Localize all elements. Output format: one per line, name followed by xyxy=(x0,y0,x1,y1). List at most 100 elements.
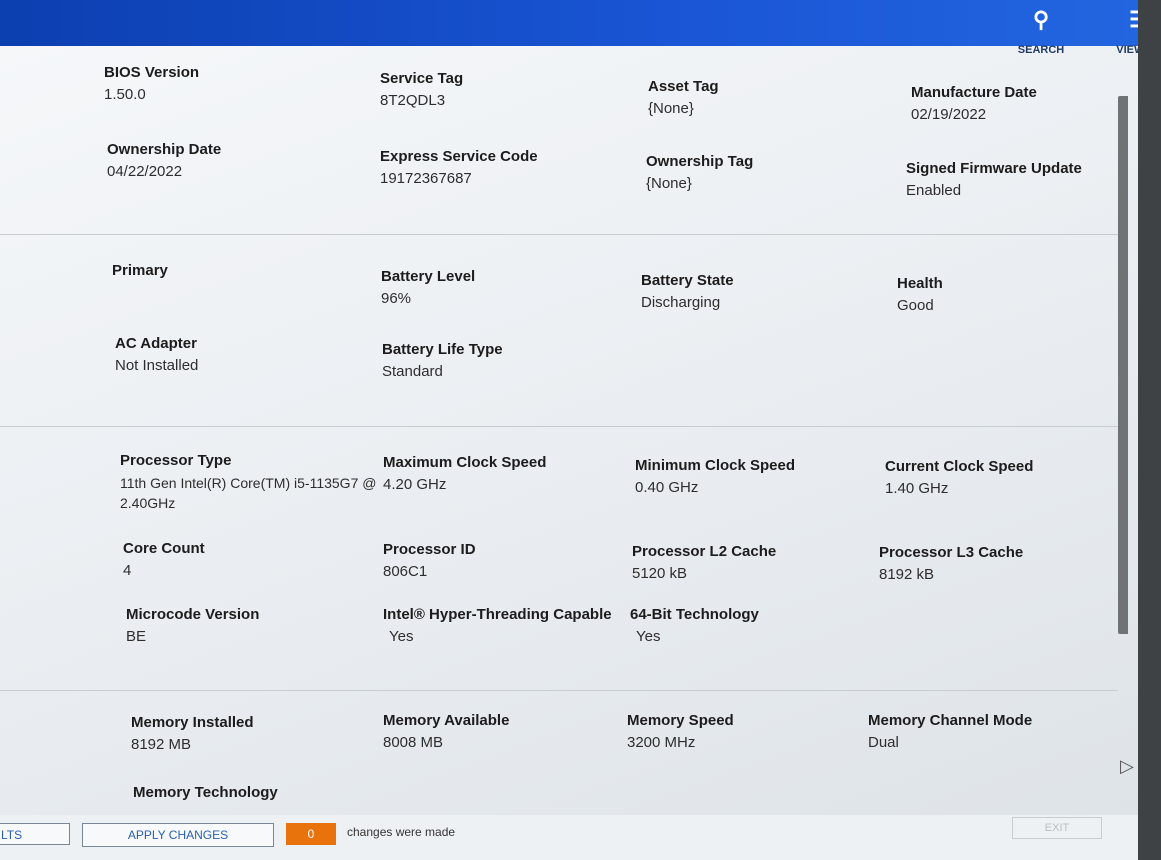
field-signed-firmware-update: Signed Firmware Update Enabled xyxy=(906,160,1128,201)
field-ac-adapter: AC Adapter Not Installed xyxy=(115,335,365,376)
field-label: Processor L3 Cache xyxy=(879,544,1024,561)
field-value: 02/19/2022 xyxy=(911,106,987,123)
field-label: Current Clock Speed xyxy=(885,458,1034,475)
apply-changes-button[interactable]: APPLY CHANGES xyxy=(82,823,274,847)
field-label: Minimum Clock Speed xyxy=(635,457,796,474)
search-icon: ⚲ xyxy=(1032,7,1050,32)
field-value: 4 xyxy=(123,562,132,579)
field-label: Microcode Version xyxy=(126,606,260,623)
field-value: Standard xyxy=(382,363,443,380)
field-battery-level: Battery Level 96% xyxy=(381,268,631,309)
field-battery-life-type: Battery Life Type Standard xyxy=(382,341,632,382)
field-value: 8192 MB xyxy=(131,736,192,753)
field-processor-type: Processor Type 11th Gen Intel(R) Core(TM… xyxy=(120,452,382,513)
field-64-bit-technology: 64-Bit Technology Yes xyxy=(630,606,880,647)
field-label: Memory Available xyxy=(383,712,510,729)
field-express-service-code: Express Service Code 19172367687 xyxy=(380,148,630,189)
field-maximum-clock-speed: Maximum Clock Speed 4.20 GHz xyxy=(383,454,633,495)
field-value: Not Installed xyxy=(115,357,199,374)
scrollbar-thumb[interactable] xyxy=(1118,96,1128,634)
field-health: Health Good xyxy=(897,275,1128,316)
field-memory-available: Memory Available 8008 MB xyxy=(383,712,633,753)
field-value: 4.20 GHz xyxy=(383,476,447,493)
field-value: 96% xyxy=(381,290,412,307)
field-processor-l3-cache: Processor L3 Cache 8192 kB xyxy=(879,544,1128,585)
field-label: Processor ID xyxy=(383,541,476,558)
field-bios-version: BIOS Version 1.50.0 xyxy=(104,64,354,105)
field-value: 19172367687 xyxy=(380,170,472,187)
field-label: Ownership Tag xyxy=(646,153,754,170)
field-minimum-clock-speed: Minimum Clock Speed 0.40 GHz xyxy=(635,457,885,498)
main-content: BIOS Version 1.50.0 Service Tag 8T2QDL3 … xyxy=(0,46,1128,800)
field-label: BIOS Version xyxy=(104,64,200,81)
field-value: 8008 MB xyxy=(383,734,444,751)
field-value: 8192 kB xyxy=(879,566,935,583)
memory-section: Memory Installed 8192 MB Memory Availabl… xyxy=(0,692,1120,800)
field-label: Health xyxy=(897,275,943,292)
field-value: 3200 MHz xyxy=(627,734,696,751)
field-hyper-threading-capable: Intel® Hyper-Threading Capable Yes xyxy=(383,606,633,647)
scrollbar-track[interactable] xyxy=(1138,0,1161,860)
field-label: Memory Technology xyxy=(133,784,278,800)
system-info-section: BIOS Version 1.50.0 Service Tag 8T2QDL3 … xyxy=(0,46,1120,236)
field-manufacture-date: Manufacture Date 02/19/2022 xyxy=(911,84,1128,125)
field-ownership-tag: Ownership Tag {None} xyxy=(646,153,896,194)
field-label: Memory Speed xyxy=(627,712,734,729)
field-value: BE xyxy=(126,628,147,645)
field-value: Discharging xyxy=(641,294,721,311)
top-bar xyxy=(0,0,1161,46)
field-label: Memory Channel Mode xyxy=(868,712,1033,729)
field-label: Primary xyxy=(112,262,168,279)
section-divider xyxy=(0,426,1118,427)
field-value: Good xyxy=(897,297,934,314)
field-label: Intel® Hyper-Threading Capable xyxy=(383,606,612,623)
field-label: 64-Bit Technology xyxy=(630,606,759,623)
field-label: Processor Type xyxy=(120,452,232,469)
section-divider xyxy=(0,234,1118,235)
field-value: 5120 kB xyxy=(632,565,688,582)
field-value: Enabled xyxy=(906,182,962,199)
field-value: 0.40 GHz xyxy=(635,479,699,496)
field-label: Service Tag xyxy=(380,70,464,87)
field-label: Battery State xyxy=(641,272,734,289)
field-label: Core Count xyxy=(123,540,205,557)
field-label: Ownership Date xyxy=(107,141,222,158)
field-label: AC Adapter xyxy=(115,335,197,352)
field-value: Yes xyxy=(636,628,661,645)
section-divider xyxy=(0,690,1118,691)
bottom-action-bar: LTS APPLY CHANGES 0 changes were made EX… xyxy=(0,815,1138,860)
battery-section: Primary Battery Level 96% Battery State … xyxy=(0,236,1120,426)
field-processor-id: Processor ID 806C1 xyxy=(383,541,633,582)
field-label: Signed Firmware Update xyxy=(906,160,1082,177)
field-value: 04/22/2022 xyxy=(107,163,183,180)
field-asset-tag: Asset Tag {None} xyxy=(648,78,898,119)
field-value: 8T2QDL3 xyxy=(380,92,446,109)
processor-section: Processor Type 11th Gen Intel(R) Core(TM… xyxy=(0,428,1120,690)
field-service-tag: Service Tag 8T2QDL3 xyxy=(380,70,630,111)
mouse-pointer-icon: ▷ xyxy=(1120,756,1134,776)
exit-button[interactable]: EXIT xyxy=(1012,817,1102,839)
field-label: Asset Tag xyxy=(648,78,719,95)
field-core-count: Core Count 4 xyxy=(123,540,373,581)
changes-count-badge: 0 xyxy=(286,823,336,845)
field-label: Processor L2 Cache xyxy=(632,543,777,560)
field-value: {None} xyxy=(648,100,694,117)
field-label: Express Service Code xyxy=(380,148,538,165)
field-processor-l2-cache: Processor L2 Cache 5120 kB xyxy=(632,543,882,584)
field-value: 11th Gen Intel(R) Core(TM) i5-1135G7 @ 2… xyxy=(120,475,377,511)
field-label: Battery Life Type xyxy=(382,341,503,358)
field-label: Memory Installed xyxy=(131,714,254,731)
field-memory-speed: Memory Speed 3200 MHz xyxy=(627,712,877,753)
field-value: Yes xyxy=(389,628,414,645)
restore-defaults-button[interactable]: LTS xyxy=(0,823,70,845)
field-value: {None} xyxy=(646,175,692,192)
field-primary: Primary xyxy=(112,262,362,279)
field-label: Battery Level xyxy=(381,268,476,285)
field-memory-technology: Memory Technology xyxy=(133,784,383,800)
field-ownership-date: Ownership Date 04/22/2022 xyxy=(107,141,357,182)
field-memory-channel-mode: Memory Channel Mode Dual xyxy=(868,712,1118,753)
field-label: Manufacture Date xyxy=(911,84,1037,101)
field-value: 1.50.0 xyxy=(104,86,146,103)
field-value: 1.40 GHz xyxy=(885,480,949,497)
field-label: Maximum Clock Speed xyxy=(383,454,547,471)
